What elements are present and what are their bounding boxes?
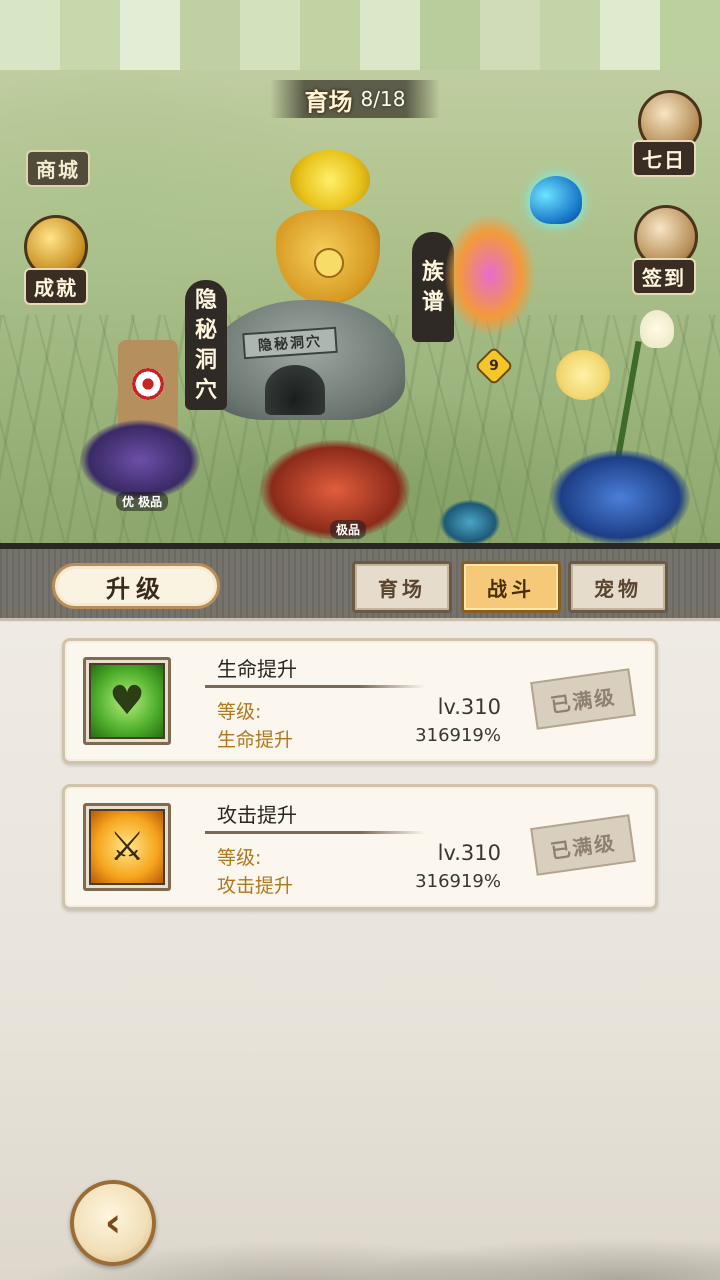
rainbow-mantis-icon[interactable] xyxy=(445,215,535,335)
upgrade-card-attack: ⚔ 攻击提升 等级: 攻击提升 lv.310 316919% 已满级 xyxy=(62,784,658,910)
cave-entrance xyxy=(265,365,325,415)
panel-header: 升级 育场 战斗 宠物 xyxy=(0,549,720,621)
red-mantis-tier: 极品 xyxy=(330,520,367,539)
max-level-stamp: 已满级 xyxy=(530,668,636,730)
upgrade-name: 攻击提升 xyxy=(217,803,297,827)
money-bag-icon[interactable] xyxy=(276,210,380,304)
scene-title: 育场 xyxy=(304,86,353,116)
stat-label: 生命提升 xyxy=(217,729,294,751)
title-underline xyxy=(205,685,425,688)
pixelated-status-bar xyxy=(0,0,720,70)
blue-mantis-icon[interactable] xyxy=(550,450,690,545)
sign-in-label[interactable]: 签到 xyxy=(632,258,696,295)
tab-battle[interactable]: 战斗 xyxy=(461,561,561,613)
purple-mantis-icon[interactable] xyxy=(80,420,200,500)
upgrade-icon-frame: ♥ xyxy=(83,657,171,745)
mantis-claw-icon: ⚔ xyxy=(89,809,165,885)
max-level-stamp: 已满级 xyxy=(530,814,636,876)
stat-label: 攻击提升 xyxy=(217,875,294,897)
white-flower-bud-icon xyxy=(640,310,674,348)
purple-mantis-tier: 优 极品 xyxy=(116,492,169,511)
upgrade-icon-frame: ⚔ xyxy=(83,803,171,891)
blue-butterfly-icon[interactable] xyxy=(530,176,582,224)
upgrade-header-label: 升级 xyxy=(52,563,220,609)
tab-nursery[interactable]: 育场 xyxy=(352,561,452,613)
level-value: lv.310 xyxy=(437,695,501,719)
level-label: 等级: xyxy=(217,847,262,869)
yellow-flower-icon xyxy=(556,350,610,400)
clan-level-value: 9 xyxy=(489,358,499,374)
nursery-title-banner: 育场 8/18 xyxy=(270,80,440,118)
cave-plaque: 隐秘洞穴 xyxy=(242,326,338,360)
target-icon xyxy=(132,368,164,400)
garden-scene: 育场 8/18 商城 成就 七日 签到 隐秘洞穴 隐秘洞穴 族谱 9 优 极品 … xyxy=(0,0,720,545)
money-tree-icon[interactable] xyxy=(290,150,370,210)
title-underline xyxy=(205,831,425,834)
scene-progress: 8/18 xyxy=(360,87,406,111)
upgrade-card-life: ♥ 生命提升 等级: 生命提升 lv.310 316919% 已满级 xyxy=(62,638,658,764)
achievement-label[interactable]: 成就 xyxy=(24,268,88,305)
small-mantis-icon[interactable] xyxy=(440,500,500,545)
stat-value: 316919% xyxy=(415,871,501,892)
back-button[interactable]: ‹ xyxy=(70,1180,156,1266)
tab-pet[interactable]: 宠物 xyxy=(568,561,668,613)
level-label: 等级: xyxy=(217,701,262,723)
level-value: lv.310 xyxy=(437,841,501,865)
seven-day-label[interactable]: 七日 xyxy=(632,140,696,177)
upgrade-name: 生命提升 xyxy=(217,657,297,681)
shop-label[interactable]: 商城 xyxy=(26,150,90,187)
stat-value: 316919% xyxy=(415,725,501,746)
mantis-heart-icon: ♥ xyxy=(89,663,165,739)
coin-icon xyxy=(314,248,344,278)
hidden-cave-sign[interactable]: 隐秘洞穴 xyxy=(185,280,227,410)
back-arrow-icon: ‹ xyxy=(104,1200,122,1246)
